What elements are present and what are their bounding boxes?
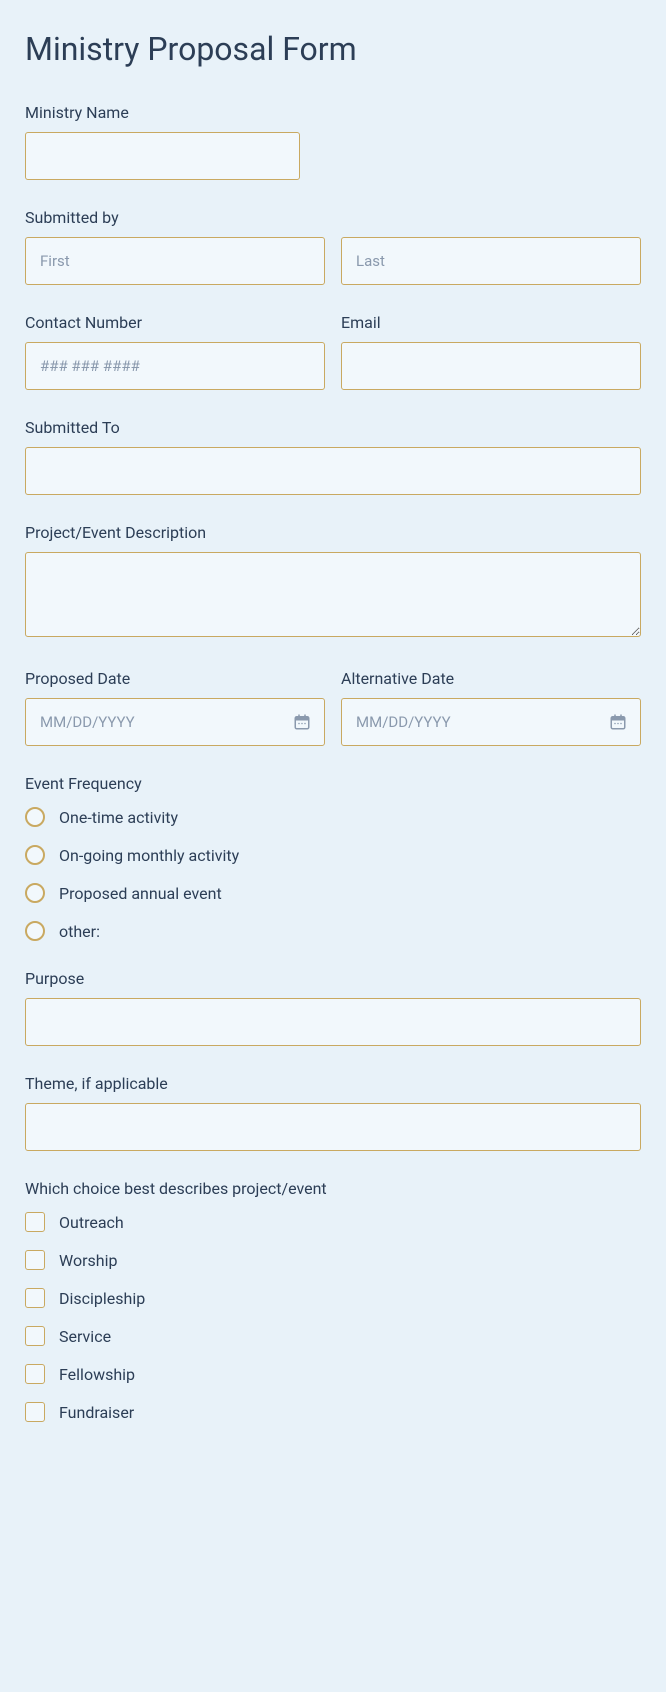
describes-option-fellowship[interactable]: Fellowship <box>25 1364 641 1384</box>
option-label: One-time activity <box>59 808 178 827</box>
describes-option-service[interactable]: Service <box>25 1326 641 1346</box>
option-label: Service <box>59 1327 111 1346</box>
theme-input[interactable] <box>25 1103 641 1151</box>
radio-icon <box>25 845 45 865</box>
describes-option-discipleship[interactable]: Discipleship <box>25 1288 641 1308</box>
last-name-input[interactable] <box>341 237 641 285</box>
radio-icon <box>25 807 45 827</box>
alternative-date-label: Alternative Date <box>341 669 641 688</box>
option-label: On-going monthly activity <box>59 846 239 865</box>
describes-option-fundraiser[interactable]: Fundraiser <box>25 1402 641 1422</box>
checkbox-icon <box>25 1288 45 1308</box>
option-label: Proposed annual event <box>59 884 222 903</box>
option-label: Outreach <box>59 1213 124 1232</box>
checkbox-icon <box>25 1250 45 1270</box>
radio-icon <box>25 883 45 903</box>
checkbox-icon <box>25 1364 45 1384</box>
checkbox-icon <box>25 1402 45 1422</box>
radio-icon <box>25 921 45 941</box>
describes-group: Outreach Worship Discipleship Service Fe… <box>25 1212 641 1422</box>
describes-option-outreach[interactable]: Outreach <box>25 1212 641 1232</box>
ministry-name-label: Ministry Name <box>25 103 641 122</box>
calendar-icon <box>609 713 627 731</box>
event-frequency-label: Event Frequency <box>25 774 641 793</box>
checkbox-icon <box>25 1326 45 1346</box>
description-textarea[interactable] <box>25 552 641 637</box>
theme-label: Theme, if applicable <box>25 1074 641 1093</box>
description-label: Project/Event Description <box>25 523 641 542</box>
frequency-option-monthly[interactable]: On-going monthly activity <box>25 845 641 865</box>
proposed-date-input[interactable] <box>25 698 325 746</box>
describes-label: Which choice best describes project/even… <box>25 1179 641 1198</box>
purpose-label: Purpose <box>25 969 641 988</box>
contact-number-input[interactable] <box>25 342 325 390</box>
proposed-date-label: Proposed Date <box>25 669 325 688</box>
option-label: Fellowship <box>59 1365 135 1384</box>
checkbox-icon <box>25 1212 45 1232</box>
first-name-input[interactable] <box>25 237 325 285</box>
ministry-name-input[interactable] <box>25 132 300 180</box>
alternative-date-input[interactable] <box>341 698 641 746</box>
submitted-to-label: Submitted To <box>25 418 641 437</box>
email-label: Email <box>341 313 641 332</box>
describes-option-worship[interactable]: Worship <box>25 1250 641 1270</box>
email-input[interactable] <box>341 342 641 390</box>
option-label: Discipleship <box>59 1289 145 1308</box>
option-label: other: <box>59 922 100 941</box>
option-label: Worship <box>59 1251 117 1270</box>
event-frequency-group: One-time activity On-going monthly activ… <box>25 807 641 941</box>
submitted-to-input[interactable] <box>25 447 641 495</box>
frequency-option-annual[interactable]: Proposed annual event <box>25 883 641 903</box>
submitted-by-label: Submitted by <box>25 208 641 227</box>
calendar-icon <box>293 713 311 731</box>
frequency-option-one-time[interactable]: One-time activity <box>25 807 641 827</box>
purpose-input[interactable] <box>25 998 641 1046</box>
option-label: Fundraiser <box>59 1403 134 1422</box>
form-title: Ministry Proposal Form <box>25 30 641 68</box>
frequency-option-other[interactable]: other: <box>25 921 641 941</box>
contact-number-label: Contact Number <box>25 313 325 332</box>
